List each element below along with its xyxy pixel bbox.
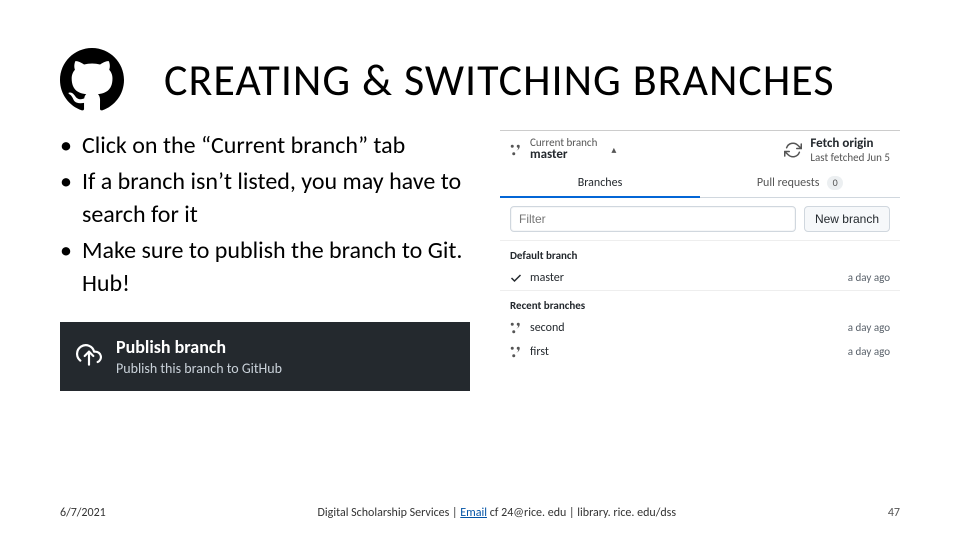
tab-pull-requests-label: Pull requests [757, 176, 820, 190]
branch-panel: Current branch master ▴ Fetch origin Las… [500, 130, 900, 391]
default-branch-label: Default branch [500, 241, 900, 266]
publish-subtitle: Publish this branch to GitHub [116, 360, 282, 377]
panel-tabs: Branches Pull requests 0 [500, 169, 900, 198]
slide-body: • Click on the “Current branch” tab • If… [60, 130, 900, 391]
fetch-origin-button[interactable]: Fetch origin Last fetched Jun 5 [784, 137, 890, 163]
branch-row-default[interactable]: master a day ago [500, 266, 900, 291]
pr-count-badge: 0 [827, 176, 843, 190]
slide-header: CREATING & SWITCHING BRANCHES [60, 48, 900, 112]
bullet-item: • If a branch isn’t listed, you may have… [60, 166, 470, 231]
branch-name: master [530, 271, 564, 285]
caret-up-icon: ▴ [611, 143, 616, 156]
tab-branches-label: Branches [578, 176, 623, 190]
recent-branches-label: Recent branches [500, 291, 900, 316]
branch-icon [510, 322, 522, 334]
slide-title: CREATING & SWITCHING BRANCHES [164, 56, 835, 104]
slide-footer: 6/7/2021 Digital Scholarship Services | … [60, 506, 900, 520]
footer-email-link[interactable]: Email [460, 506, 487, 520]
github-icon [60, 48, 124, 112]
publish-panel[interactable]: Publish branch Publish this branch to Gi… [60, 322, 470, 391]
cloud-upload-icon [76, 343, 102, 369]
publish-text: Publish branch Publish this branch to Gi… [116, 336, 282, 377]
bullet-dot: • [60, 235, 72, 300]
current-branch-button[interactable]: Current branch master ▴ [510, 137, 616, 163]
refresh-icon [784, 141, 802, 159]
fetch-title: Fetch origin [810, 137, 890, 152]
check-icon [510, 272, 522, 284]
footer-date: 6/7/2021 [60, 506, 106, 520]
tab-pull-requests[interactable]: Pull requests 0 [700, 169, 900, 197]
current-branch-name: master [530, 148, 597, 163]
footer-middle: Digital Scholarship Services | Email cf … [318, 506, 677, 520]
branch-name: first [530, 345, 549, 359]
footer-text-pre: Digital Scholarship Services | [318, 506, 461, 520]
fetch-subtitle: Last fetched Jun 5 [810, 152, 890, 163]
bullet-dot: • [60, 166, 72, 231]
branch-time: a day ago [848, 345, 890, 358]
branch-row-recent[interactable]: second a day ago [500, 316, 900, 340]
bullet-item: • Make sure to publish the branch to Git… [60, 235, 470, 300]
bullet-item: • Click on the “Current branch” tab [60, 130, 470, 162]
branch-icon [510, 346, 522, 358]
branch-time: a day ago [848, 321, 890, 334]
new-branch-button[interactable]: New branch [804, 206, 890, 232]
branch-name: second [530, 321, 565, 335]
bullet-text: Make sure to publish the branch to Git. … [82, 235, 470, 300]
left-column: • Click on the “Current branch” tab • If… [60, 130, 470, 391]
tab-branches[interactable]: Branches [500, 169, 700, 197]
footer-page-number: 47 [888, 506, 900, 520]
branch-time: a day ago [848, 271, 890, 284]
bullet-list: • Click on the “Current branch” tab • If… [60, 130, 470, 300]
bullet-dot: • [60, 130, 72, 162]
filter-input[interactable] [510, 206, 796, 232]
branch-row-recent[interactable]: first a day ago [500, 340, 900, 364]
slide: CREATING & SWITCHING BRANCHES • Click on… [0, 0, 960, 540]
filter-row: New branch [500, 198, 900, 241]
bullet-text: Click on the “Current branch” tab [82, 130, 405, 162]
publish-title: Publish branch [116, 336, 282, 358]
branch-icon [510, 144, 522, 156]
bullet-text: If a branch isn’t listed, you may have t… [82, 166, 470, 231]
footer-text-post: cf 24@rice. edu | library. rice. edu/dss [487, 506, 676, 520]
panel-top: Current branch master ▴ Fetch origin Las… [500, 131, 900, 169]
